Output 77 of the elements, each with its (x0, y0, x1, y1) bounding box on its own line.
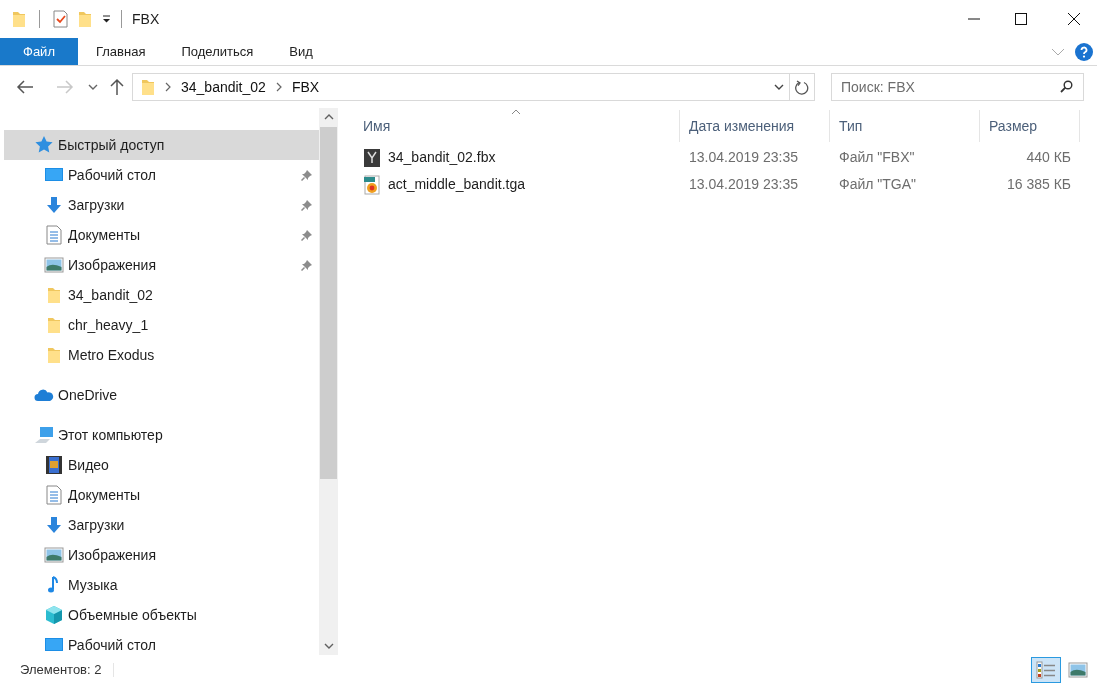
breadcrumb[interactable]: FBX (291, 76, 320, 98)
sidebar-item[interactable]: Изображения (4, 250, 319, 280)
table-cell-text: 13.04.2019 23:35 (688, 175, 799, 194)
column-header[interactable]: Размер (980, 110, 1080, 142)
image-file-icon (363, 174, 381, 195)
help-icon[interactable] (1075, 42, 1093, 61)
scrollbar-thumb[interactable] (320, 127, 337, 479)
sidebar-item[interactable]: Документы (4, 480, 319, 510)
sidebar-item[interactable]: Документы (4, 220, 319, 250)
pin-icon[interactable] (301, 169, 313, 181)
star-icon (34, 135, 54, 155)
sidebar-item[interactable]: Рабочий стол (4, 160, 319, 190)
sidebar-item[interactable]: chr_heavy_1 (4, 310, 319, 340)
document-icon (44, 485, 64, 505)
sidebar-item[interactable]: Объемные объекты (4, 600, 319, 630)
cube-icon (44, 605, 64, 625)
dropdown-icon[interactable] (774, 84, 784, 90)
table-cell-text: 440 КБ (1025, 148, 1072, 167)
sidebar-item[interactable]: Загрузки (4, 190, 319, 220)
dropdown-icon[interactable] (102, 15, 111, 23)
checkmark-document-icon[interactable] (53, 10, 68, 28)
sidebar-item[interactable]: Быстрый доступ (4, 130, 319, 160)
up-icon[interactable] (110, 78, 124, 96)
column-header[interactable]: Имя (354, 110, 680, 142)
minimize-icon (968, 18, 980, 20)
ribbon-tab[interactable]: Вид (271, 38, 331, 65)
table-cell-text: Файл "TGA" (838, 175, 918, 194)
table-cell-text: 13.04.2019 23:35 (688, 148, 799, 167)
ribbon-tab[interactable]: Файл (0, 38, 78, 65)
close-icon (1068, 13, 1080, 25)
file-name[interactable]: 34_bandit_02.fbx (354, 147, 680, 168)
model-file-icon (363, 147, 381, 168)
pin-icon[interactable] (301, 259, 313, 271)
sidebar-item[interactable]: OneDrive (4, 380, 319, 410)
picture-icon (44, 545, 64, 565)
item-count: Элементов: 2 (20, 661, 102, 680)
sidebar-item[interactable]: Metro Exodus (4, 340, 319, 370)
scrollbar[interactable] (319, 108, 338, 655)
search-field[interactable]: Поиск: FBX (831, 73, 1084, 101)
back-icon[interactable] (16, 80, 34, 94)
window-title: FBX (132, 9, 160, 29)
maximize-icon (1015, 13, 1027, 25)
picture-icon (44, 255, 64, 275)
sort-ascending-icon (511, 109, 521, 115)
down-arrow-icon (44, 195, 64, 215)
table-cell-text: 16 385 КБ (1005, 175, 1072, 194)
sidebar-item[interactable]: Видео (4, 450, 319, 480)
sidebar-item[interactable]: 34_bandit_02 (4, 280, 319, 310)
recent-locations-icon[interactable] (88, 84, 98, 90)
chevron-icon (275, 82, 282, 92)
ribbon-tab[interactable]: Главная (77, 38, 164, 65)
pin-icon[interactable] (301, 229, 313, 241)
breadcrumb[interactable]: 34_bandit_02 (181, 76, 266, 98)
details-view-button[interactable] (1031, 657, 1061, 683)
sidebar-item[interactable]: Изображения (4, 540, 319, 570)
search-icon[interactable] (1060, 80, 1073, 93)
pin-icon[interactable] (301, 199, 313, 211)
down-arrow-icon (44, 515, 64, 535)
column-header[interactable]: Дата изменения (680, 110, 830, 142)
refresh-icon[interactable] (795, 79, 809, 95)
scroll-up-icon[interactable] (323, 114, 334, 120)
chevron-icon (165, 82, 171, 92)
ribbon-tab[interactable]: Поделиться (163, 38, 272, 65)
address-field[interactable]: 34_bandit_02 FBX (132, 73, 815, 101)
scroll-down-icon[interactable] (323, 643, 334, 649)
file-name[interactable]: act_middle_bandit.tga (354, 174, 680, 195)
sidebar-item[interactable]: Музыка (4, 570, 319, 600)
expand-ribbon-icon[interactable] (1051, 47, 1065, 56)
computer-icon (34, 425, 54, 445)
column-header[interactable]: Тип (830, 110, 980, 142)
sidebar-item[interactable]: Рабочий стол (4, 630, 319, 655)
sidebar-item[interactable]: Этот компьютер (4, 420, 319, 450)
table-cell-text: Файл "FBX" (838, 148, 916, 167)
sidebar-item[interactable]: Загрузки (4, 510, 319, 540)
document-icon (44, 225, 64, 245)
film-icon (44, 455, 64, 475)
folder-icon (141, 78, 155, 96)
